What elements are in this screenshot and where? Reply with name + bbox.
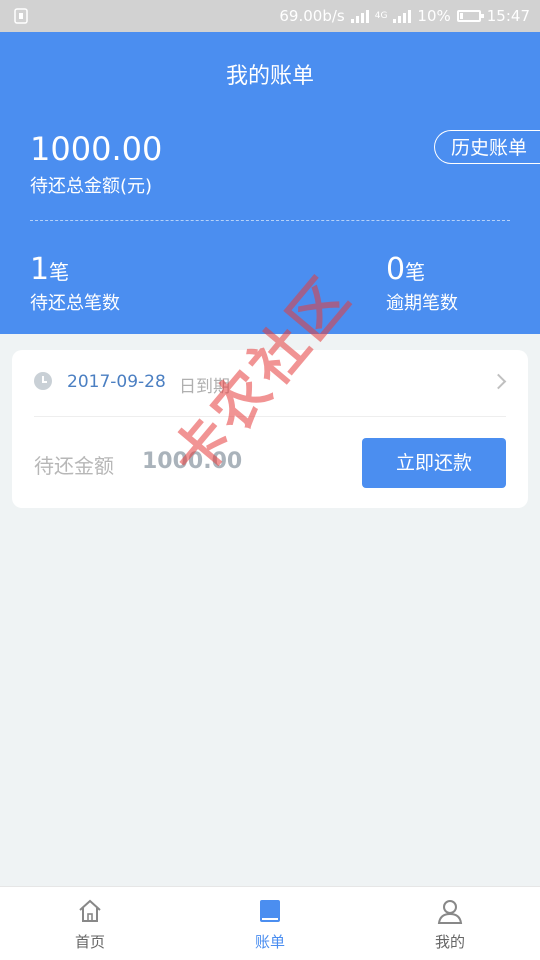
dashed-divider [30,220,510,221]
cell-signal-icon [393,9,412,23]
network-speed: 69.00b/s [279,7,345,25]
pending-count-label: 待还总笔数 [30,293,120,314]
pending-unit: 笔 [49,260,70,284]
tab-bill[interactable]: 账单 [180,887,360,960]
pay-amount-label: 待还金额 [34,454,114,478]
overdue-count-label: 逾期笔数 [386,293,458,314]
wifi-signal-icon [350,9,369,23]
sim-icon [14,8,28,28]
page-title: 我的账单 [225,64,314,89]
tab-mine[interactable]: 我的 [360,887,540,960]
overdue-count-block: 0笔 逾期笔数 [386,252,458,315]
pending-count-block: 1笔 待还总笔数 [30,252,120,315]
bottom-tab-bar: 首页 账单 我的 [0,886,540,960]
tab-bill-label: 账单 [254,933,285,951]
status-bar: 69.00b/s 4G 10% 15:47 [0,0,540,32]
clock-icon [34,372,52,390]
home-icon [79,899,101,922]
overdue-unit: 笔 [405,260,426,284]
clock-time: 15:47 [486,7,530,25]
total-amount-label: 待还总金额(元) [30,176,153,197]
overdue-count: 0 [386,252,406,287]
repay-now-button[interactable]: 立即还款 [362,438,506,488]
battery-percent: 10% [417,7,451,25]
total-amount: 1000.00 [30,130,163,168]
pending-count: 1 [30,252,50,287]
history-bill-button[interactable]: 历史账单 [434,130,540,164]
chevron-right-icon [490,373,507,390]
battery-icon [456,10,484,22]
network-type: 4G [374,11,388,21]
due-date: 2017-09-28 [67,372,166,392]
user-icon [437,900,463,924]
tab-home[interactable]: 首页 [0,887,180,960]
tab-home-label: 首页 [74,933,105,951]
bill-book-icon [260,900,280,922]
bill-summary-header: 我的账单 历史账单 1000.00 待还总金额(元) 1笔 待还总笔数 0笔 逾… [0,32,540,334]
tab-mine-label: 我的 [434,933,465,951]
